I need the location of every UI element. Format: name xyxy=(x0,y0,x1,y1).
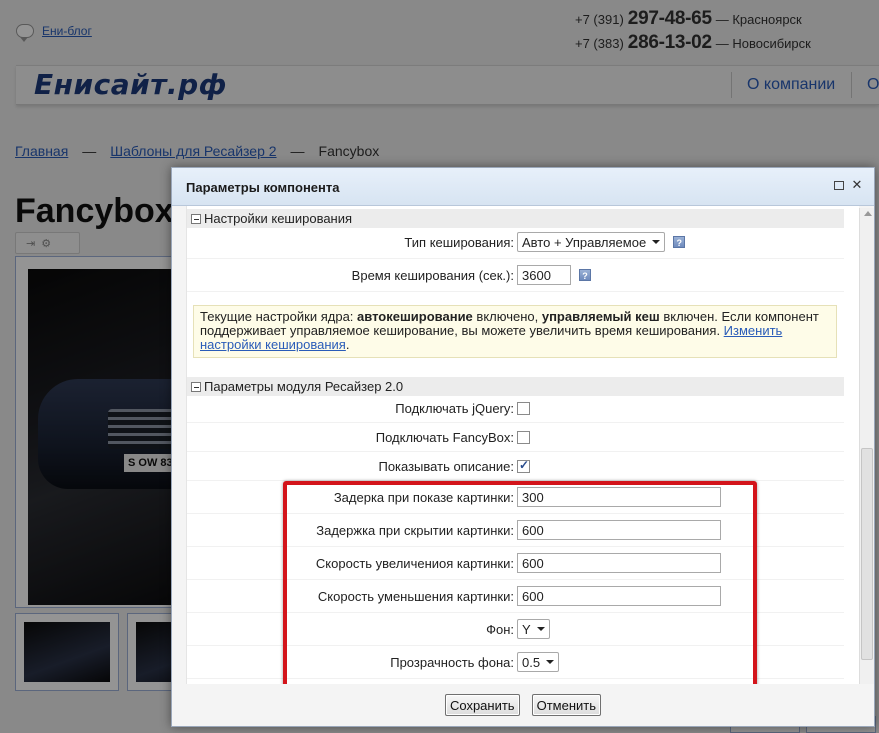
dialog-body: Настройки кеширования Тип кеширования: А… xyxy=(186,206,859,684)
zoom-out-speed-input[interactable]: 600 xyxy=(517,586,721,606)
row-zoom-in-speed: Скорость увеличениоя картинки: 600 xyxy=(187,547,844,580)
field-label: Фон: xyxy=(486,621,514,637)
field-label: Прозрачность фона: xyxy=(390,654,514,670)
help-icon[interactable]: ? xyxy=(579,269,591,281)
collapse-icon[interactable] xyxy=(191,213,201,224)
row-jquery: Подключать jQuery: xyxy=(187,394,844,423)
chevron-down-icon xyxy=(536,627,545,631)
select-value: Y xyxy=(522,621,531,637)
jquery-checkbox[interactable] xyxy=(517,401,530,415)
field-label: Показывать описание: xyxy=(378,458,514,474)
maximize-icon xyxy=(834,181,844,190)
hide-delay-input[interactable]: 600 xyxy=(517,520,721,540)
field-label: Подключать jQuery: xyxy=(395,400,514,416)
background-select[interactable]: Y xyxy=(517,619,550,639)
section-title: Параметры модуля Ресайзер 2.0 xyxy=(204,379,404,394)
fancybox-checkbox[interactable] xyxy=(517,430,530,444)
field-label: Скорость увеличениоя картинки: xyxy=(315,555,514,571)
dialog-title: Параметры компонента xyxy=(186,180,340,195)
notice-text: . xyxy=(345,337,350,352)
cache-notice: Текущие настройки ядра: автокеширование … xyxy=(193,305,837,358)
cache-type-select[interactable]: Авто + Управляемое xyxy=(517,232,666,252)
row-fancybox: Подключать FancyBox: xyxy=(187,423,844,452)
chevron-down-icon xyxy=(546,660,555,664)
scrollbar-thumb[interactable] xyxy=(861,448,873,660)
zoom-in-speed-input[interactable]: 600 xyxy=(517,553,721,573)
component-params-dialog: Параметры компонента ✕ Настройки кеширов… xyxy=(171,167,875,727)
select-value: 0.5 xyxy=(522,654,541,670)
field-label: Задержка при скрытии картинки: xyxy=(316,522,514,538)
field-label: Подключать FancyBox: xyxy=(375,429,514,445)
dialog-titlebar[interactable]: Параметры компонента ✕ xyxy=(172,168,874,206)
row-background-opacity: Прозрачность фона: 0.5 xyxy=(187,646,844,679)
close-button[interactable]: ✕ xyxy=(850,178,864,192)
save-button[interactable]: Сохранить xyxy=(444,694,520,716)
section-title: Настройки кеширования xyxy=(204,211,353,226)
row-show-description: Показывать описание: xyxy=(187,452,844,481)
notice-text: Текущие настройки ядра: xyxy=(200,309,358,324)
dialog-scrollbar[interactable] xyxy=(859,208,874,684)
show-description-checkbox[interactable] xyxy=(517,458,530,473)
dialog-footer: Сохранить Отменить xyxy=(172,684,874,726)
field-label: Скорость уменьшения картинки: xyxy=(317,588,514,604)
cache-time-input[interactable]: 3600 xyxy=(517,265,571,285)
row-cache-type: Тип кеширования: Авто + Управляемое ? xyxy=(187,226,844,259)
row-show-delay: Задерка при показе картинки: 300 xyxy=(187,481,844,514)
collapse-icon[interactable] xyxy=(191,381,201,392)
background-opacity-select[interactable]: 0.5 xyxy=(517,652,560,672)
show-delay-input[interactable]: 300 xyxy=(517,487,721,507)
row-cache-time: Время кеширования (сек.): 3600 ? xyxy=(187,259,844,292)
help-icon[interactable]: ? xyxy=(673,236,686,248)
maximize-button[interactable] xyxy=(832,178,846,192)
notice-bold: автокеширование xyxy=(357,309,473,324)
field-label: Задерка при показе картинки: xyxy=(333,489,514,505)
row-zoom-out-speed: Скорость уменьшения картинки: 600 xyxy=(187,580,844,613)
notice-text: включено, xyxy=(472,309,542,324)
scroll-up-icon[interactable] xyxy=(864,211,872,216)
close-icon: ✕ xyxy=(851,177,863,192)
cancel-button[interactable]: Отменить xyxy=(531,694,601,716)
chevron-down-icon xyxy=(652,240,661,244)
notice-bold: управляемый кеш xyxy=(541,309,660,324)
field-label: Время кеширования (сек.): xyxy=(351,267,514,283)
select-value: Авто + Управляемое xyxy=(522,234,647,250)
field-label: Тип кеширования: xyxy=(404,234,514,250)
row-hide-delay: Задержка при скрытии картинки: 600 xyxy=(187,514,844,547)
row-background: Фон: Y xyxy=(187,613,844,646)
